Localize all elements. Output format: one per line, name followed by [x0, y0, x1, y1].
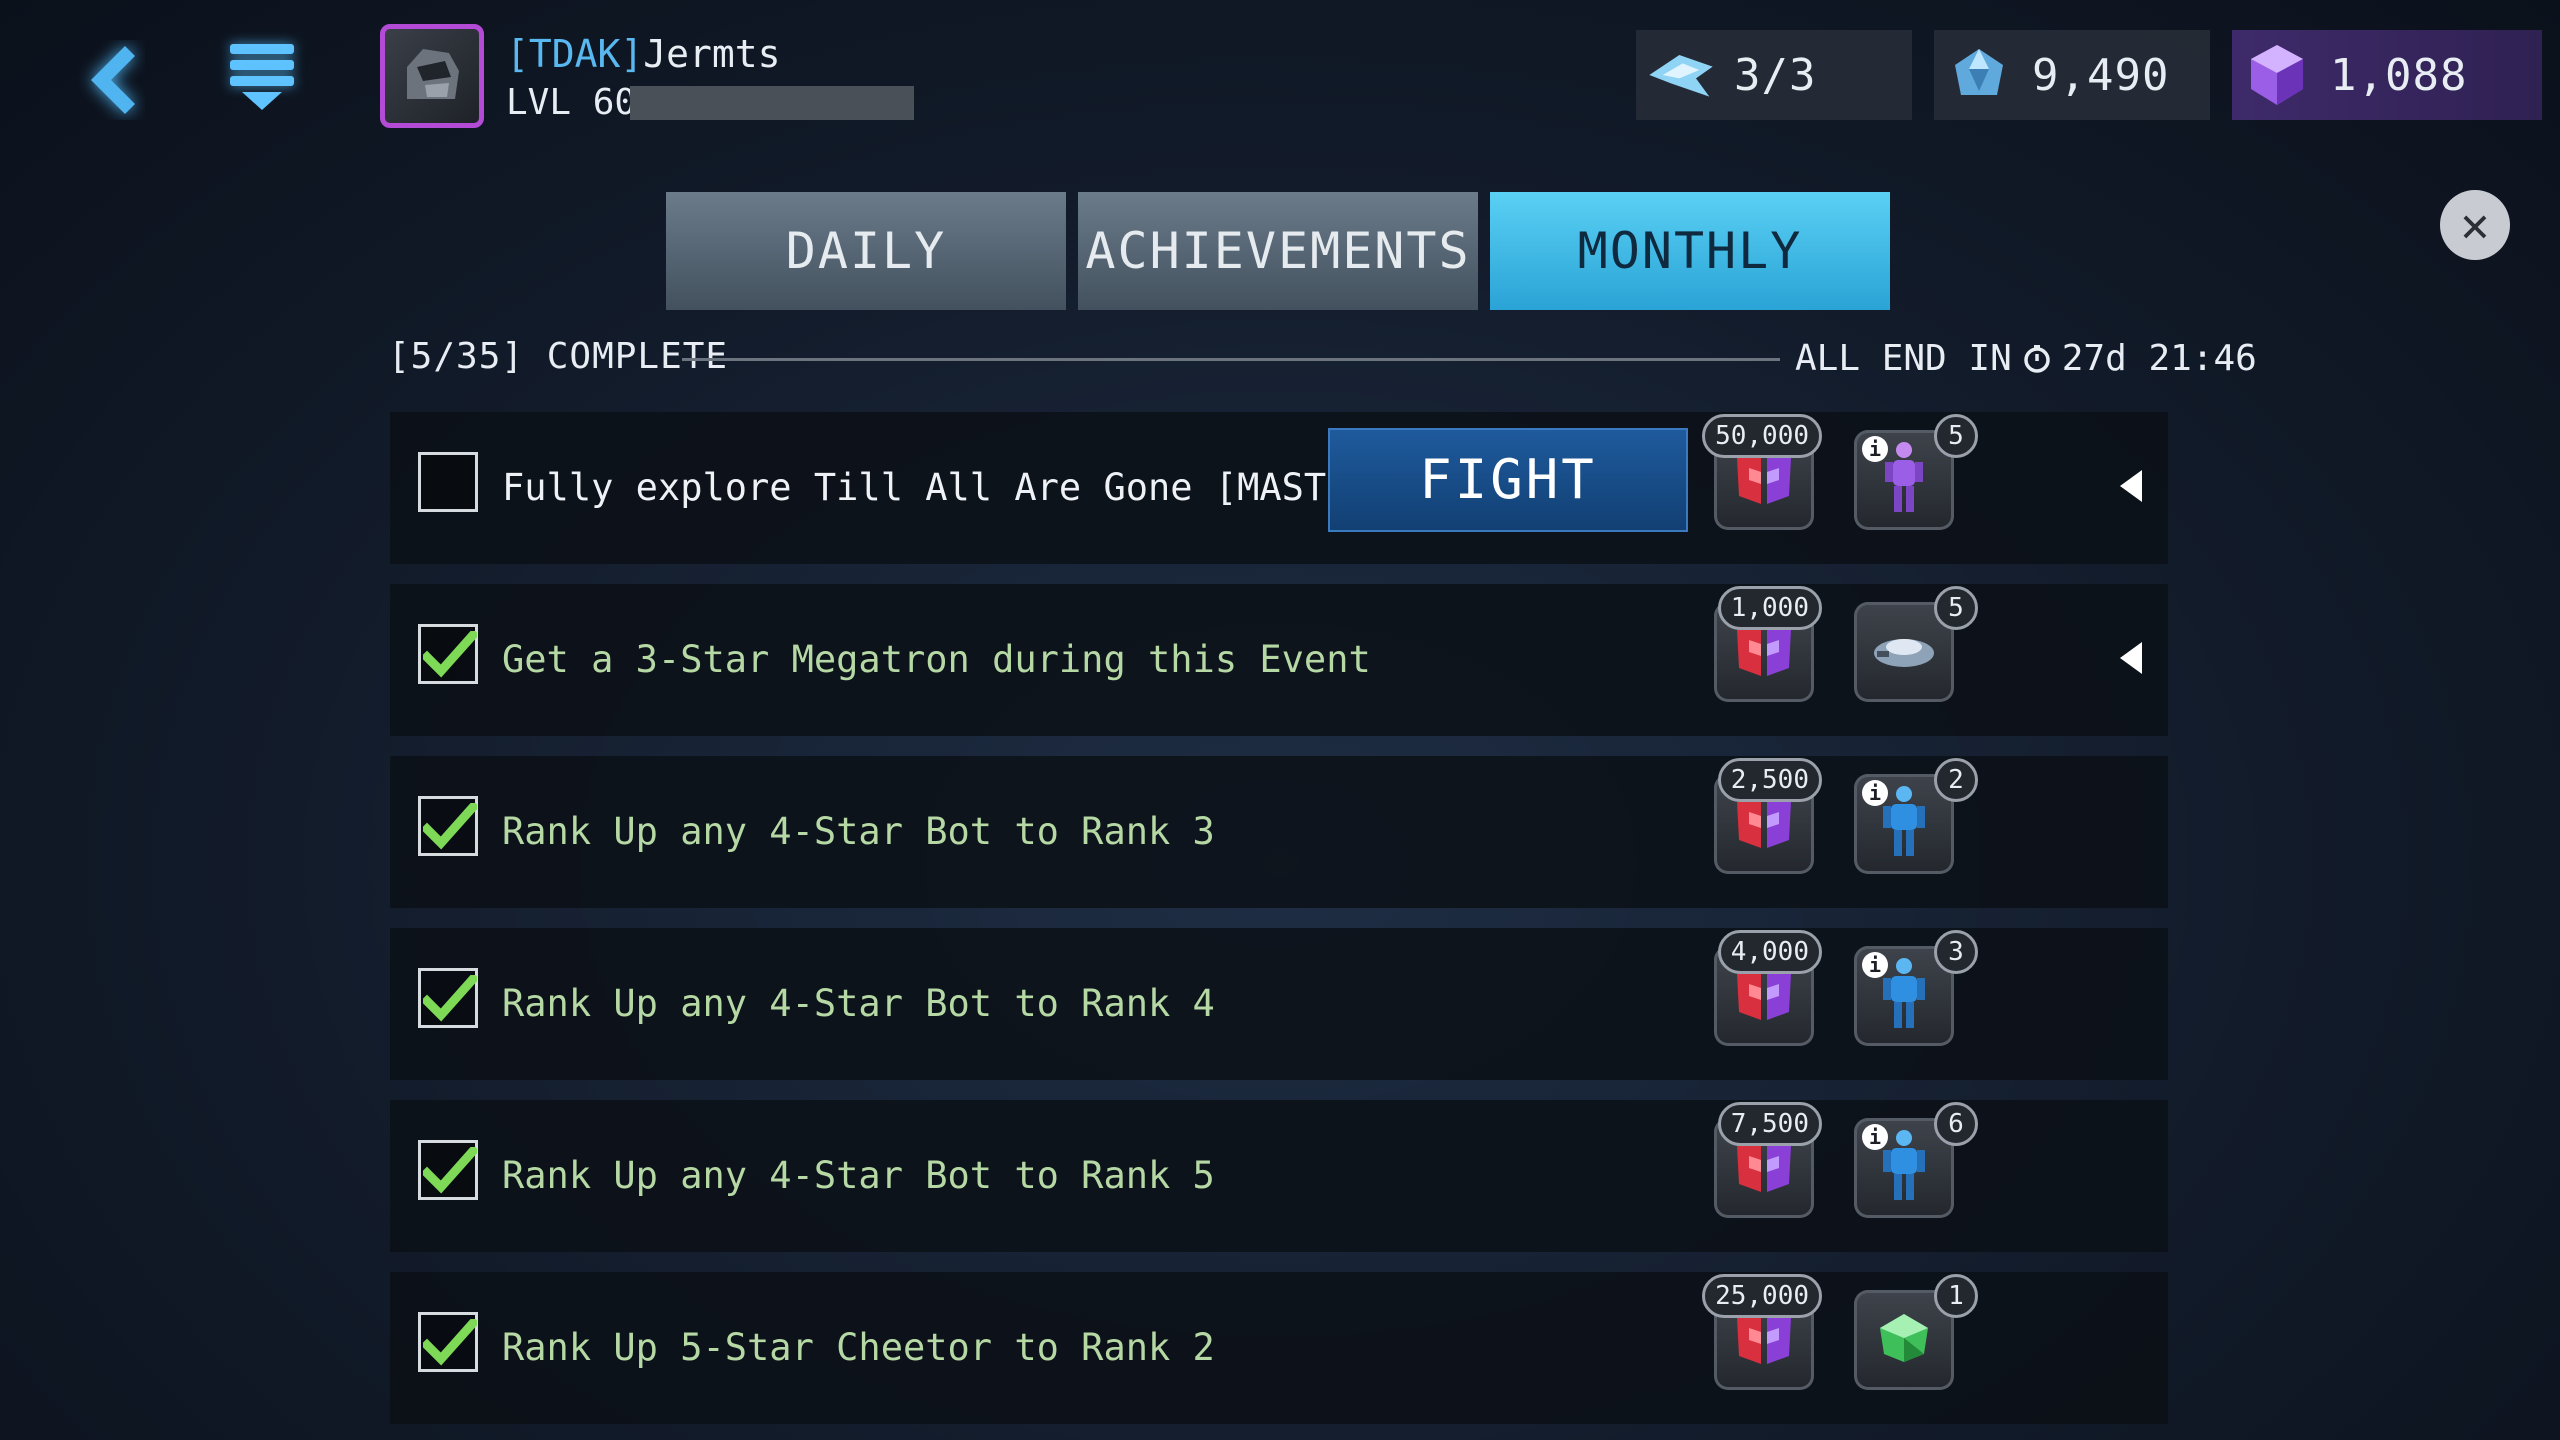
- alliance-tag: [TDAK]: [506, 32, 644, 76]
- task-label: Get a 3-Star Megatron during this Event: [502, 638, 1371, 681]
- tab-achievements[interactable]: ACHIEVEMENTS: [1078, 192, 1478, 310]
- green-gem-icon: [1876, 1310, 1932, 1370]
- task-label: Rank Up any 4-Star Bot to Rank 4: [502, 982, 1215, 1025]
- reward-item[interactable]: i6: [1854, 1102, 1978, 1218]
- end-time: 27d 21:46: [2061, 338, 2257, 379]
- expand-arrow-icon[interactable]: [2120, 470, 2142, 502]
- close-button[interactable]: ✕: [2440, 190, 2510, 260]
- reward-currency[interactable]: 7,500: [1714, 1102, 1822, 1218]
- shards-value: 9,490: [2032, 49, 2170, 101]
- checkmark-icon: [423, 1319, 477, 1366]
- gems-counter[interactable]: 1,088: [2232, 30, 2542, 120]
- expand-arrow-icon[interactable]: [2120, 642, 2142, 674]
- task-checkbox[interactable]: [418, 1140, 478, 1200]
- tab-daily[interactable]: DAILY: [666, 192, 1066, 310]
- reward-item[interactable]: i5: [1854, 414, 1978, 530]
- reward-amount-badge: 25,000: [1702, 1274, 1822, 1318]
- player-name: [TDAK]Jermts: [506, 32, 781, 76]
- reward-amount-badge: 1,000: [1717, 586, 1822, 630]
- bot-avatar-icon: [407, 49, 459, 99]
- reward-amount-badge: 4,000: [1717, 930, 1822, 974]
- task-checkbox[interactable]: [418, 1312, 478, 1372]
- checkmark-icon: [423, 975, 477, 1022]
- reward-item[interactable]: i3: [1854, 930, 1978, 1046]
- task-label: Rank Up any 4-Star Bot to Rank 5: [502, 1154, 1215, 1197]
- reward-count-badge: 5: [1934, 586, 1978, 630]
- task-label: Fully explore Till All Are Gone [MASTER]: [502, 466, 1394, 509]
- crystal-shard-icon: [1944, 40, 2014, 110]
- reward-currency[interactable]: 25,000: [1702, 1274, 1822, 1390]
- reward-currency[interactable]: 1,000: [1714, 586, 1822, 702]
- completion-count: [5/35] COMPLETE: [388, 336, 729, 377]
- fight-button[interactable]: FIGHT: [1328, 428, 1688, 532]
- task-row: Rank Up any 4-Star Bot to Rank 3 2,500 i 2: [390, 756, 2168, 908]
- player-name-text: Jermts: [643, 32, 781, 76]
- info-icon[interactable]: i: [1862, 1124, 1888, 1150]
- shards-counter[interactable]: 9,490: [1934, 30, 2210, 120]
- info-icon[interactable]: i: [1862, 952, 1888, 978]
- tab-monthly[interactable]: MONTHLY: [1490, 192, 1890, 310]
- gems-value: 1,088: [2330, 49, 2468, 101]
- task-row: Rank Up 5-Star Cheetor to Rank 2 25,000 1: [390, 1272, 2168, 1424]
- menu-icon-line: [230, 60, 294, 70]
- reward-count-badge: 2: [1934, 758, 1978, 802]
- reward-item[interactable]: 5: [1854, 586, 1978, 702]
- energy-wing-icon: [1646, 40, 1716, 110]
- task-row: Fully explore Till All Are Gone [MASTER]…: [390, 412, 2168, 564]
- reward-item[interactable]: 1: [1854, 1274, 1978, 1390]
- close-icon: ✕: [2460, 197, 2490, 253]
- reward-amount-badge: 7,500: [1717, 1102, 1822, 1146]
- checkmark-icon: [423, 1147, 477, 1194]
- divider: [682, 358, 1780, 361]
- menu-icon: [230, 44, 294, 54]
- task-checkbox[interactable]: [418, 968, 478, 1028]
- task-checkbox[interactable]: [418, 624, 478, 684]
- reward-count-badge: 1: [1934, 1274, 1978, 1318]
- reward-count-badge: 6: [1934, 1102, 1978, 1146]
- reward-count-badge: 3: [1934, 930, 1978, 974]
- end-label: ALL END IN: [1795, 338, 2012, 379]
- checkmark-icon: [423, 803, 477, 850]
- clock-icon: [2024, 344, 2050, 373]
- task-checkbox[interactable]: [418, 452, 478, 512]
- reward-count-badge: 5: [1934, 414, 1978, 458]
- task-row: Rank Up any 4-Star Bot to Rank 4 4,000 i 3: [390, 928, 2168, 1080]
- player-level: LVL 60: [506, 82, 637, 123]
- menu-icon-line: [230, 76, 294, 86]
- task-label: Rank Up any 4-Star Bot to Rank 3: [502, 810, 1215, 853]
- info-icon[interactable]: i: [1862, 780, 1888, 806]
- xp-bar: [630, 86, 914, 120]
- reward-currency[interactable]: 50,000: [1702, 414, 1822, 530]
- reward-amount-badge: 50,000: [1702, 414, 1822, 458]
- menu-arrow-icon: [242, 92, 282, 110]
- chevron-left-icon: [91, 46, 135, 114]
- info-icon[interactable]: i: [1862, 436, 1888, 462]
- task-label: Rank Up 5-Star Cheetor to Rank 2: [502, 1326, 1215, 1369]
- back-button[interactable]: [60, 40, 160, 120]
- reward-currency[interactable]: 4,000: [1714, 930, 1822, 1046]
- purple-gem-icon: [2242, 40, 2312, 110]
- reward-amount-badge: 2,500: [1717, 758, 1822, 802]
- vehicle-part-icon: [1869, 625, 1939, 679]
- reward-currency[interactable]: 2,500: [1714, 758, 1822, 874]
- menu-button[interactable]: [222, 38, 302, 128]
- energy-counter[interactable]: 3/3: [1636, 30, 1912, 120]
- end-timer: ALL END IN 27d 21:46: [1795, 338, 2257, 379]
- reward-item[interactable]: i2: [1854, 758, 1978, 874]
- task-row: Get a 3-Star Megatron during this Event 1…: [390, 584, 2168, 736]
- task-checkbox[interactable]: [418, 796, 478, 856]
- checkmark-icon: [423, 631, 477, 678]
- player-avatar[interactable]: [380, 24, 484, 128]
- task-row: Rank Up any 4-Star Bot to Rank 5 7,500 i 6: [390, 1100, 2168, 1252]
- energy-value: 3/3: [1734, 49, 1817, 101]
